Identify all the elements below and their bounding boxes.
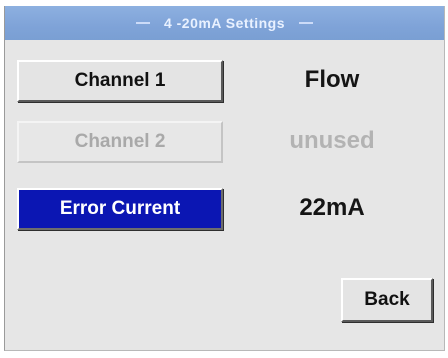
channel-1-button[interactable]: Channel 1 bbox=[17, 60, 223, 102]
channel-2-value: unused bbox=[289, 127, 375, 154]
error-current-button[interactable]: Error Current bbox=[17, 188, 223, 230]
channel-2-button-label: Channel 2 bbox=[74, 131, 166, 152]
back-button-label: Back bbox=[364, 289, 410, 310]
page-title: 4 -20mA Settings bbox=[163, 15, 286, 31]
title-bar: 4 -20mA Settings bbox=[5, 6, 444, 40]
title-decoration-left bbox=[135, 22, 150, 24]
settings-screen: 4 -20mA Settings Channel 1 Flow Channel … bbox=[4, 6, 445, 351]
channel-1-value: Flow bbox=[304, 66, 360, 93]
error-current-value: 22mA bbox=[299, 194, 365, 221]
back-button[interactable]: Back bbox=[341, 278, 433, 322]
error-current-button-label: Error Current bbox=[59, 198, 181, 219]
channel-1-button-label: Channel 1 bbox=[74, 70, 166, 91]
channel-2-button[interactable]: Channel 2 bbox=[17, 121, 223, 163]
title-decoration-right bbox=[299, 22, 314, 24]
